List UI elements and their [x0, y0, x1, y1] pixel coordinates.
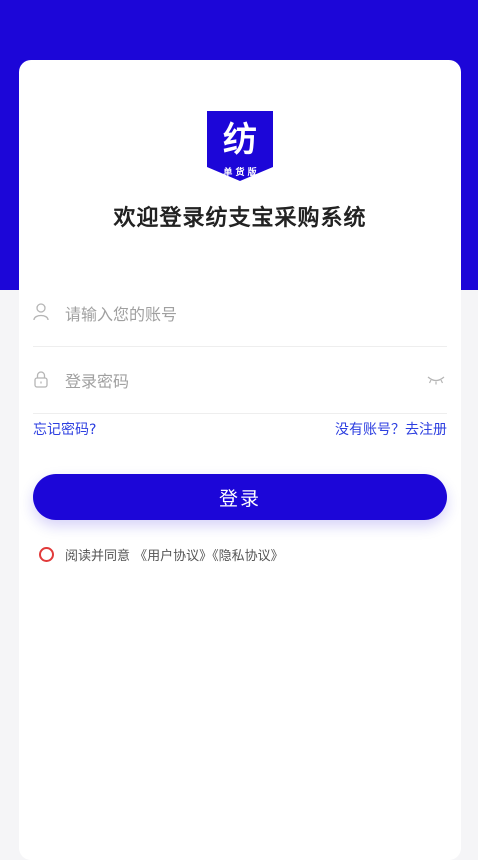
privacy-agreement-link[interactable]: 《隐私协议》 — [212, 549, 284, 564]
login-card: 纺 单 货 版 欢迎登录纺支宝采购系统 忘记密码? 没有账号？去注册 登录 阅读… — [19, 60, 461, 860]
register-link[interactable]: 没有账号？去注册 — [335, 419, 447, 439]
password-input[interactable] — [63, 365, 407, 397]
lock-icon — [34, 371, 48, 388]
account-input[interactable] — [63, 298, 407, 330]
agreement-prefix: 阅读并同意 — [65, 549, 131, 564]
user-agreement-link[interactable]: 《用户协议》 — [134, 549, 212, 564]
logo-main-char: 纺 — [223, 120, 257, 160]
fang-logo-icon: 纺 单 货 版 — [207, 111, 273, 181]
agreement-text: 阅读并同意 《用户协议》《隐私协议》 — [65, 545, 284, 564]
login-button[interactable]: 登录 — [33, 474, 447, 520]
eye-closed-icon[interactable] — [427, 375, 445, 385]
user-icon — [33, 303, 49, 321]
logo-sub-text: 单 货 版 — [223, 166, 256, 178]
page-title: 欢迎登录纺支宝采购系统 — [113, 206, 367, 231]
forgot-password-link[interactable]: 忘记密码? — [33, 419, 96, 439]
password-field — [33, 347, 447, 414]
account-field — [33, 280, 447, 347]
agree-radio[interactable] — [39, 547, 54, 562]
